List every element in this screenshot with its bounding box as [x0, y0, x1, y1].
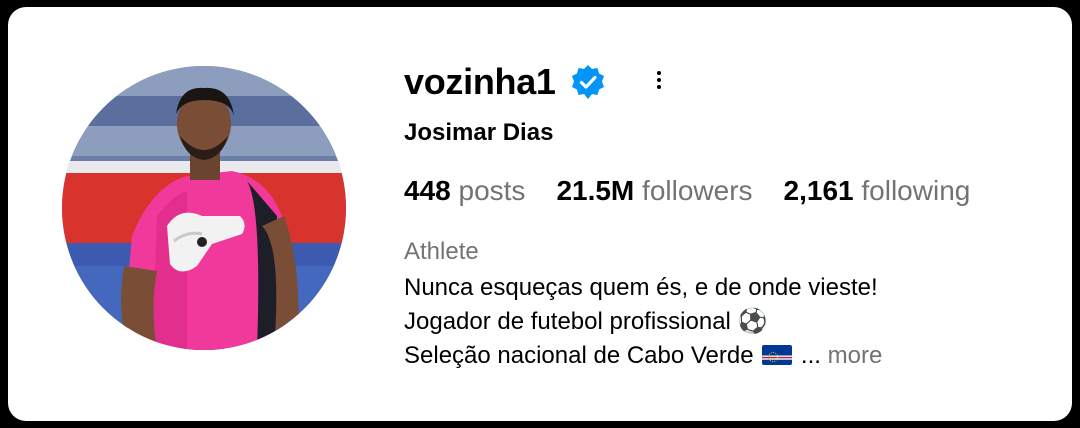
profile-header-card: vozinha1 Josimar Dias 448 posts 21.5M fo…	[8, 7, 1072, 421]
profile-avatar[interactable]	[62, 66, 346, 350]
verified-badge-icon	[570, 64, 606, 100]
posts-label: posts	[458, 175, 526, 206]
bio-ellipsis: ...	[794, 342, 828, 369]
bio-more-link[interactable]: more	[828, 342, 883, 369]
bio-line-1: Nunca esqueças quem és, e de onde vieste…	[404, 274, 878, 301]
following-link[interactable]: 2,161 following	[784, 175, 971, 207]
full-name: Josimar Dias	[404, 119, 554, 146]
username-row: vozinha1	[404, 60, 606, 104]
followers-value: 21.5M	[556, 175, 635, 206]
bio-text: Nunca esqueças quem és, e de onde vieste…	[404, 271, 882, 373]
category-label: Athlete	[404, 238, 479, 265]
followers-link[interactable]: 21.5M followers	[556, 175, 752, 207]
cape-verde-flag-icon	[762, 344, 793, 365]
bio-line-3: Seleção nacional de Cabo Verde	[404, 342, 754, 369]
posts-value: 448	[404, 175, 451, 206]
profile-stats: 448 posts 21.5M followers 2,161 followin…	[404, 175, 970, 207]
more-options-icon[interactable]	[648, 65, 670, 95]
username: vozinha1	[404, 61, 556, 102]
bio-line-3-container: Seleção nacional de Cabo Verde ... more	[404, 339, 882, 373]
bio-line-2: Jogador de futebol profissional ⚽	[404, 308, 768, 335]
following-value: 2,161	[783, 175, 854, 206]
posts-count: 448 posts	[404, 175, 525, 207]
followers-label: followers	[642, 175, 753, 206]
following-label: following	[861, 175, 971, 206]
avatar-photo	[62, 66, 346, 350]
